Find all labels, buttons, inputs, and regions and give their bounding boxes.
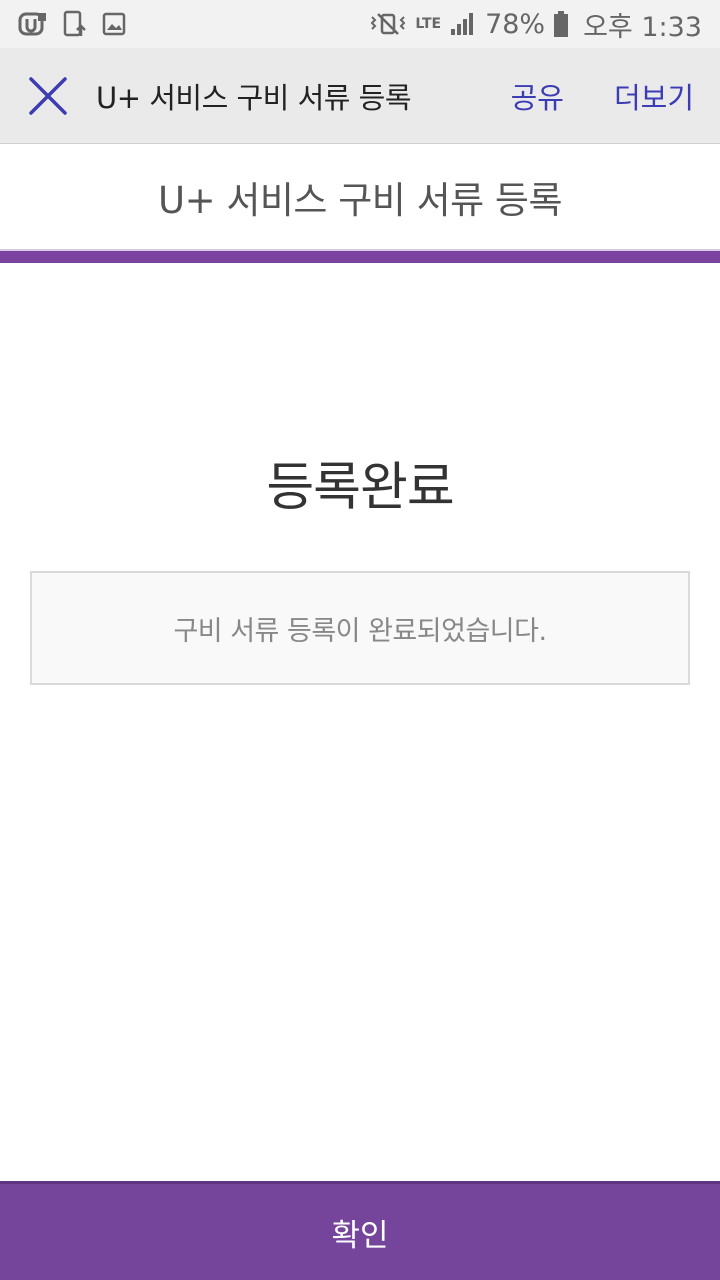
gallery-icon <box>102 12 126 36</box>
status-right: LTE 78% 오후 1:33 <box>369 5 702 44</box>
app-bar: U+ 서비스 구비 서류 등록 공유 더보기 <box>0 48 720 144</box>
completion-heading: 등록완료 <box>266 458 454 518</box>
message-box: 구비 서류 등록이 완료되었습니다. <box>30 571 690 685</box>
completion-message: 구비 서류 등록이 완료되었습니다. <box>173 615 547 647</box>
vibrate-icon <box>369 11 407 37</box>
battery-percent: 78% <box>485 8 546 40</box>
phone-update-icon <box>62 10 88 38</box>
uplus-app-icon <box>18 11 48 37</box>
clock: 오후 1:33 <box>583 11 702 43</box>
close-button[interactable] <box>0 48 96 144</box>
status-left-icons <box>18 10 126 38</box>
page-title: U+ 서비스 구비 서류 등록 <box>158 179 563 222</box>
close-icon <box>29 76 67 115</box>
screen: LTE 78% 오후 1:33 U+ 서비스 구비 서류 등록 공유 더보기 U… <box>0 0 720 1280</box>
lte-label: LTE <box>415 15 442 32</box>
share-button[interactable]: 공유 <box>511 75 564 117</box>
header-divider <box>0 251 720 263</box>
app-bar-title: U+ 서비스 구비 서류 등록 <box>96 80 412 115</box>
battery-icon <box>553 10 569 38</box>
status-bar: LTE 78% 오후 1:33 <box>0 0 720 48</box>
confirm-button-label: 확인 <box>331 1217 389 1254</box>
confirm-button[interactable]: 확인 <box>0 1181 720 1280</box>
more-button[interactable]: 더보기 <box>614 75 694 117</box>
lte-icon: LTE <box>415 15 442 32</box>
signal-icon <box>449 11 475 37</box>
